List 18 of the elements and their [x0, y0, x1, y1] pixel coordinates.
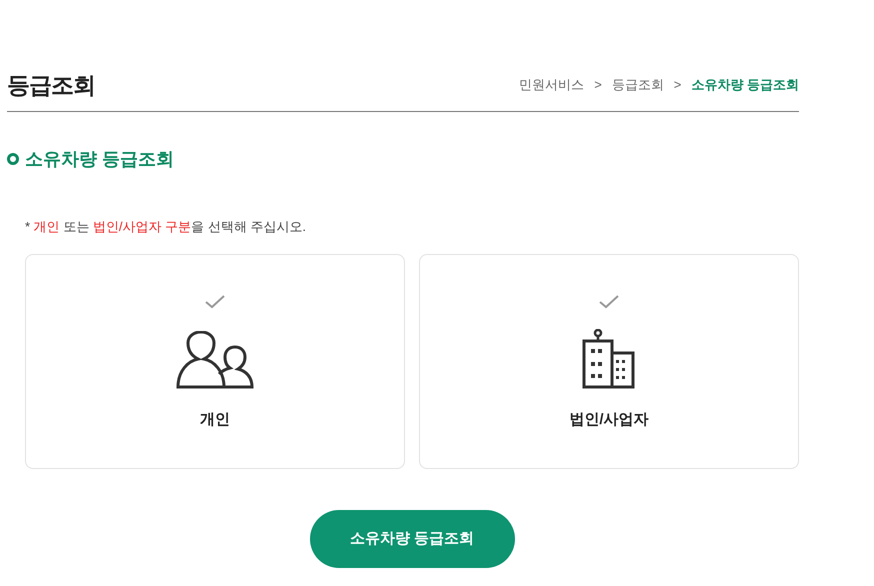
option-label: 법인/사업자: [569, 410, 649, 430]
breadcrumb-item: >: [594, 76, 602, 94]
option-card[interactable]: 개인: [25, 254, 405, 469]
option-card[interactable]: 법인/사업자: [419, 254, 799, 469]
page-title: 등급조회: [7, 71, 95, 100]
breadcrumb-item[interactable]: 소유차량 등급조회: [691, 75, 799, 94]
submit-button[interactable]: 소유차량 등급조회: [310, 510, 514, 568]
breadcrumb-item[interactable]: 민원서비스: [519, 75, 584, 94]
breadcrumb-item[interactable]: 등급조회: [612, 75, 664, 94]
people-icon: [176, 331, 254, 389]
circle-bullet-icon: [7, 153, 19, 165]
check-icon: [599, 295, 619, 309]
notice-text: * 개인 또는 법인/사업자 구분을 선택해 주십시오.: [25, 218, 307, 236]
check-icon: [205, 295, 225, 309]
option-label: 개인: [200, 410, 230, 430]
buildings-icon: [582, 329, 636, 389]
section-title: 소유차량 등급조회: [25, 148, 174, 170]
breadcrumb-item: >: [674, 76, 682, 94]
